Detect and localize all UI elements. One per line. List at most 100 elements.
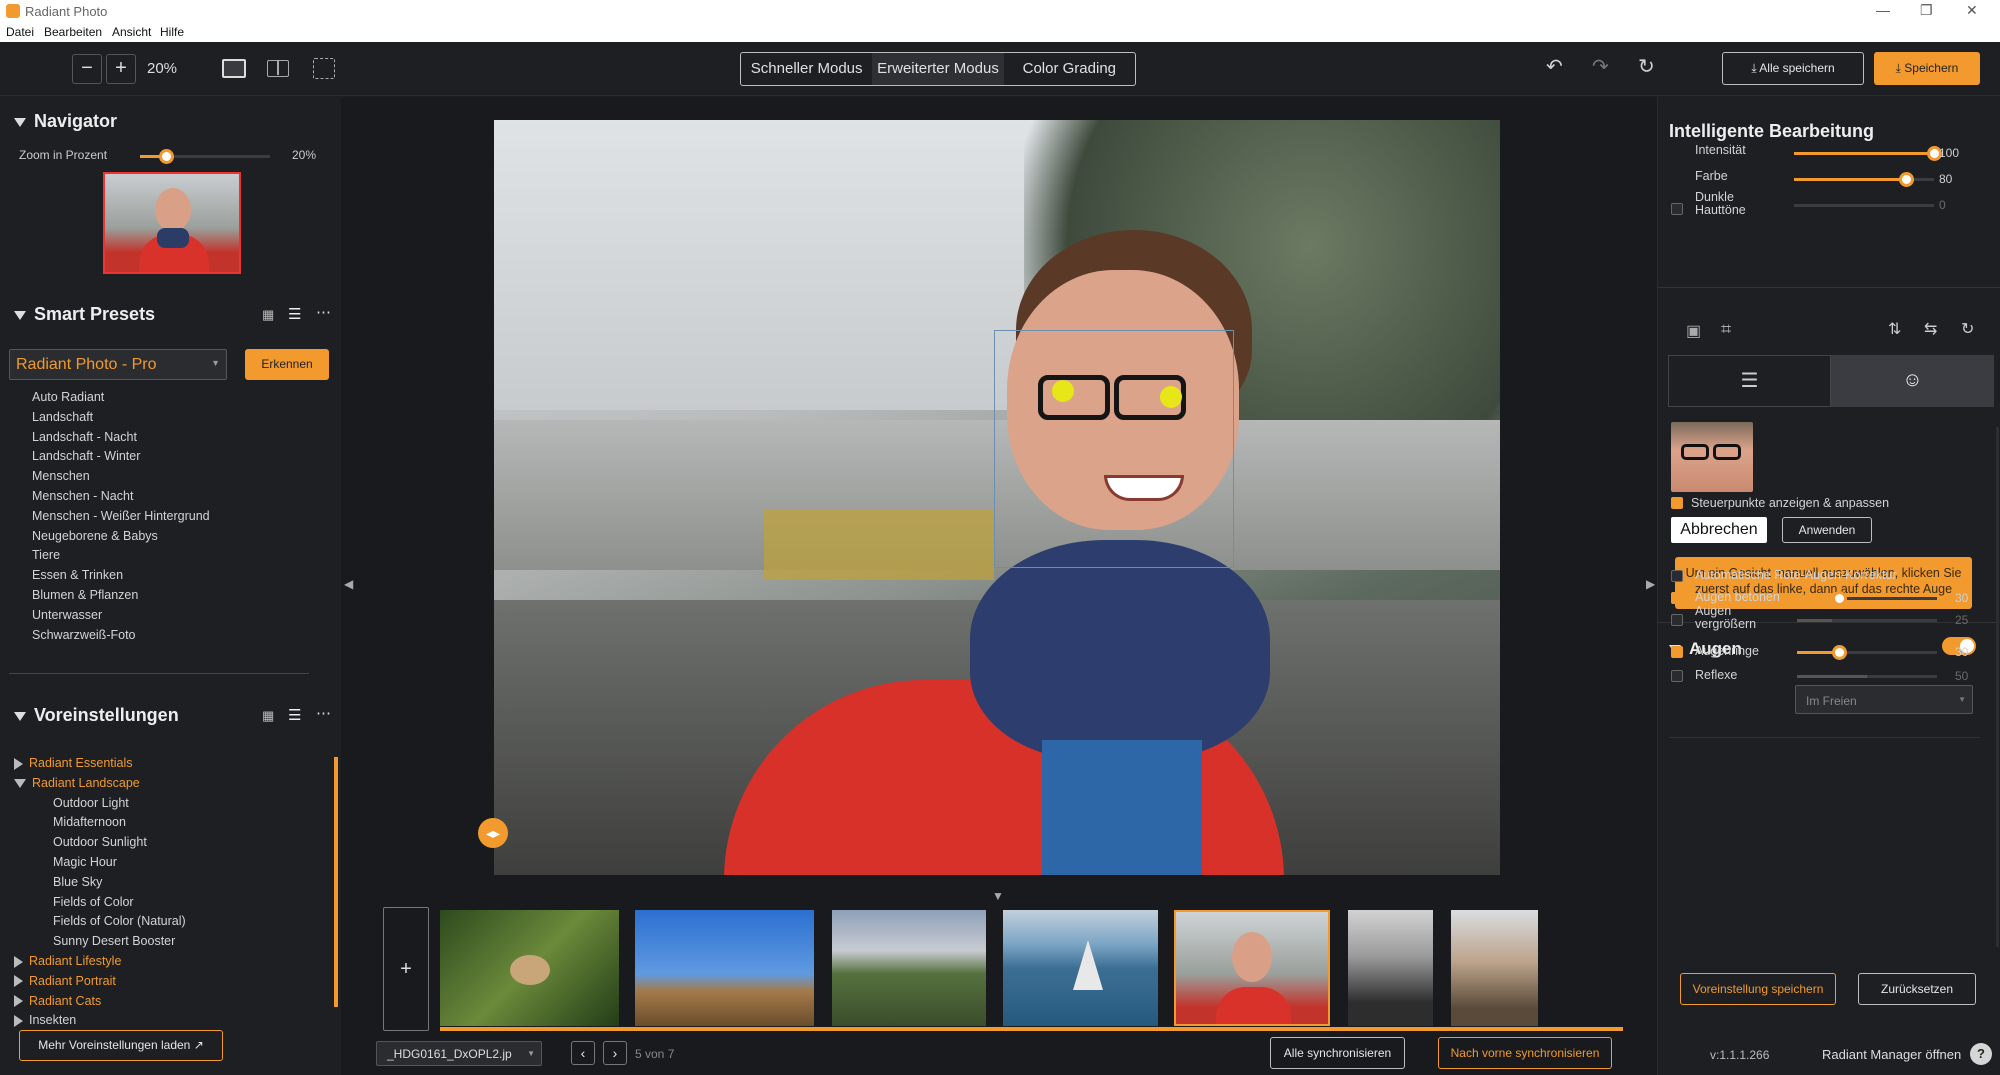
main-photo[interactable] bbox=[494, 120, 1500, 875]
preset-tree-item[interactable]: Blue Sky bbox=[14, 873, 186, 893]
slider[interactable] bbox=[1794, 172, 1934, 187]
smart-preset-item[interactable]: Unterwasser bbox=[32, 606, 210, 626]
preset-tree-item[interactable]: Radiant Landscape bbox=[14, 774, 186, 794]
grid-view-icon[interactable]: ▦ bbox=[262, 307, 274, 323]
thumbnail-1[interactable] bbox=[440, 910, 619, 1026]
save-all-button[interactable]: ⤓ Alle speichern bbox=[1722, 52, 1864, 85]
face-detection-box[interactable] bbox=[994, 330, 1234, 568]
thumbnail-4[interactable] bbox=[1003, 910, 1158, 1026]
smart-preset-item[interactable]: Tiere bbox=[32, 546, 210, 566]
apply-button[interactable]: Anwenden bbox=[1782, 517, 1872, 543]
right-eye-point[interactable] bbox=[1160, 386, 1182, 408]
flip-vertical-icon[interactable]: ⇅ bbox=[1888, 319, 1901, 339]
smart-preset-item[interactable]: Blumen & Pflanzen bbox=[32, 586, 210, 606]
list-view-icon[interactable]: ☰ bbox=[288, 706, 301, 724]
maximize-icon[interactable]: ❐ bbox=[1920, 2, 1933, 19]
more-options-icon[interactable]: ⋯ bbox=[316, 704, 331, 722]
tab-erweiterter-modus[interactable]: Erweiterter Modus bbox=[872, 53, 1004, 85]
smart-preset-item[interactable]: Landschaft bbox=[32, 408, 210, 428]
save-button[interactable]: ⤓ Speichern bbox=[1874, 52, 1980, 85]
smart-preset-item[interactable]: Menschen - Nacht bbox=[32, 487, 210, 507]
add-image-button[interactable]: + bbox=[383, 907, 429, 1031]
menu-bearbeiten[interactable]: Bearbeiten bbox=[44, 25, 102, 39]
slider[interactable] bbox=[1797, 675, 1937, 678]
smart-preset-item[interactable]: Menschen - Weißer Hintergrund bbox=[32, 507, 210, 527]
help-icon[interactable]: ? bbox=[1970, 1043, 1992, 1065]
reset-icon[interactable]: ↻ bbox=[1638, 54, 1655, 79]
smart-preset-item[interactable]: Menschen bbox=[32, 467, 210, 487]
slider-knob[interactable] bbox=[1832, 645, 1847, 660]
zoom-in-button[interactable]: + bbox=[106, 54, 136, 84]
left-eye-point[interactable] bbox=[1052, 380, 1074, 402]
slider-knob[interactable] bbox=[1899, 172, 1914, 187]
cancel-button[interactable]: Abbrechen bbox=[1671, 517, 1767, 543]
filename-dropdown[interactable]: _HDG0161_DxOPL2.jp ▼ bbox=[376, 1041, 542, 1066]
smart-preset-item[interactable]: Auto Radiant bbox=[32, 388, 210, 408]
slider[interactable] bbox=[1797, 645, 1937, 660]
reflex-mode-dropdown[interactable]: Im Freien ▼ bbox=[1795, 685, 1973, 714]
list-view-icon[interactable]: ☰ bbox=[288, 305, 301, 323]
preset-tree-item[interactable]: Midafternoon bbox=[14, 813, 186, 833]
adjustments-tab[interactable]: ☰ bbox=[1668, 355, 1831, 407]
preset-tree-item[interactable]: Outdoor Sunlight bbox=[14, 833, 186, 853]
filmstrip-scrollbar[interactable] bbox=[440, 1027, 1623, 1031]
menu-datei[interactable]: Datei bbox=[6, 25, 34, 39]
slider-knob[interactable] bbox=[159, 149, 174, 164]
dark-skin-checkbox[interactable] bbox=[1671, 203, 1683, 215]
minimize-icon[interactable]: — bbox=[1876, 2, 1890, 18]
compare-view-icon[interactable] bbox=[313, 58, 335, 79]
next-image-button[interactable]: › bbox=[603, 1041, 627, 1065]
navigator-thumbnail[interactable] bbox=[103, 172, 241, 274]
radiant-manager-link[interactable]: Radiant Manager öffnen bbox=[1822, 1047, 1961, 1062]
previous-image-button[interactable]: ‹ bbox=[571, 1041, 595, 1065]
collapse-right-icon[interactable]: ▶ bbox=[1646, 577, 1655, 591]
scrollbar[interactable] bbox=[1996, 427, 1999, 947]
preset-tree-item[interactable]: Insekten bbox=[14, 1011, 186, 1031]
smart-preset-dropdown[interactable]: Radiant Photo - Pro ▼ bbox=[9, 349, 227, 380]
tab-color-grading[interactable]: Color Grading bbox=[1004, 53, 1135, 85]
rotate-icon[interactable]: ↻ bbox=[1961, 319, 1974, 339]
load-more-presets-button[interactable]: Mehr Voreinstellungen laden ↗ bbox=[19, 1030, 223, 1061]
save-preset-button[interactable]: Voreinstellung speichern bbox=[1680, 973, 1836, 1005]
tab-schneller-modus[interactable]: Schneller Modus bbox=[741, 53, 872, 85]
smart-preset-item[interactable]: Landschaft - Nacht bbox=[32, 428, 210, 448]
close-icon[interactable]: ✕ bbox=[1966, 2, 1978, 19]
eye-option-checkbox[interactable] bbox=[1671, 592, 1683, 604]
slider[interactable] bbox=[1797, 619, 1937, 622]
sync-forward-button[interactable]: Nach vorne synchronisieren bbox=[1438, 1037, 1612, 1069]
redo-icon[interactable]: ↷ bbox=[1592, 54, 1609, 79]
menu-ansicht[interactable]: Ansicht bbox=[112, 25, 151, 39]
eye-option-checkbox[interactable] bbox=[1671, 570, 1683, 582]
smart-preset-item[interactable]: Landschaft - Winter bbox=[32, 447, 210, 467]
face-thumbnail[interactable] bbox=[1671, 422, 1753, 492]
show-points-checkbox[interactable] bbox=[1671, 497, 1683, 509]
preset-tree-item[interactable]: Fields of Color bbox=[14, 893, 186, 913]
smart-presets-header[interactable]: Smart Presets bbox=[14, 304, 155, 325]
portrait-tab[interactable]: ☺ bbox=[1831, 355, 1994, 407]
preset-tree-item[interactable]: Radiant Cats bbox=[14, 992, 186, 1012]
flip-horizontal-icon[interactable]: ⇆ bbox=[1924, 319, 1937, 339]
preset-tree-item[interactable]: Outdoor Light bbox=[14, 794, 186, 814]
preset-tree-item[interactable]: Fields of Color (Natural) bbox=[14, 912, 186, 932]
slider[interactable] bbox=[1797, 591, 1937, 606]
preset-tree-item[interactable]: Magic Hour bbox=[14, 853, 186, 873]
thumbnail-2[interactable] bbox=[635, 910, 814, 1026]
reset-button[interactable]: Zurücksetzen bbox=[1858, 973, 1976, 1005]
filmstrip-toggle-icon[interactable]: ▼ bbox=[992, 889, 1004, 903]
smart-preset-item[interactable]: Neugeborene & Babys bbox=[32, 527, 210, 547]
smart-preset-item[interactable]: Schwarzweiß-Foto bbox=[32, 626, 210, 646]
slider[interactable] bbox=[1794, 146, 1942, 161]
menu-hilfe[interactable]: Hilfe bbox=[160, 25, 184, 39]
sync-all-button[interactable]: Alle synchronisieren bbox=[1270, 1037, 1405, 1069]
scrollbar[interactable] bbox=[334, 757, 338, 1007]
before-after-handle-icon[interactable]: ◂▸ bbox=[478, 818, 508, 848]
preset-tree-item[interactable]: Radiant Portrait bbox=[14, 972, 186, 992]
eye-option-checkbox[interactable] bbox=[1671, 614, 1683, 626]
thumbnail-5-selected[interactable] bbox=[1174, 910, 1330, 1026]
collapse-left-icon[interactable]: ◀ bbox=[344, 577, 353, 591]
presets-header[interactable]: Voreinstellungen bbox=[14, 705, 179, 726]
eye-option-checkbox[interactable] bbox=[1671, 670, 1683, 682]
preset-tree-item[interactable]: Sunny Desert Booster bbox=[14, 932, 186, 952]
detect-button[interactable]: Erkennen bbox=[245, 349, 329, 380]
eye-option-checkbox[interactable] bbox=[1671, 646, 1683, 658]
